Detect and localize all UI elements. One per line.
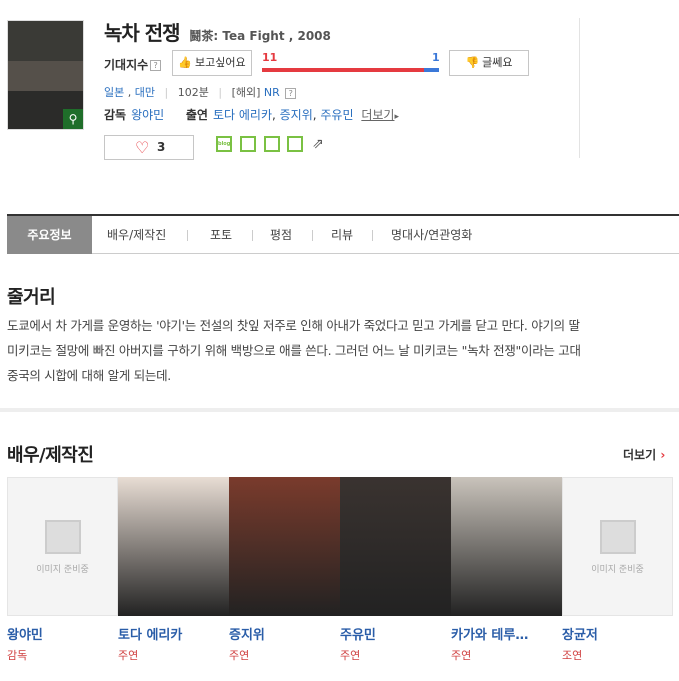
cafe-share-icon[interactable] xyxy=(239,136,256,152)
movie-meta: 일본 , 대만 | 102분 | [해외] NR ? xyxy=(104,84,297,100)
meta-divider: | xyxy=(164,86,169,99)
person-name[interactable]: 증지위 xyxy=(229,624,340,643)
movie-poster[interactable]: ⚲ xyxy=(7,20,84,130)
synopsis-text: 도쿄에서 차 가게를 운영하는 '야기'는 전설의 찻잎 저주로 인해 아내가 … xyxy=(7,313,675,388)
person-role: 주연 xyxy=(118,649,139,662)
tab-quotes-related[interactable]: 명대사/연관영화 xyxy=(391,216,472,254)
share-icon[interactable]: ⇗ xyxy=(312,136,324,152)
tab-rating[interactable]: 평점 xyxy=(270,216,292,254)
expectation-bar xyxy=(262,68,439,72)
thumbs-down-icon: 👎 xyxy=(465,56,480,69)
chevron-right-icon: ▸ xyxy=(394,112,399,122)
want-count: 11 xyxy=(262,51,278,64)
person-photo[interactable] xyxy=(229,477,340,616)
not-sure-button[interactable]: 👎 글쎄요 xyxy=(449,50,529,76)
crew-title: 배우/제작진 xyxy=(7,445,94,466)
crew-more-label: 더보기 xyxy=(623,448,657,462)
like-count: 3 xyxy=(157,140,166,154)
synopsis-line: 도쿄에서 차 가게를 운영하는 '야기'는 전설의 찻잎 저주로 인해 아내가 … xyxy=(7,318,580,333)
person-name[interactable]: 장균저 xyxy=(562,624,673,643)
header-divider xyxy=(579,18,580,158)
person-name[interactable]: 왕야민 xyxy=(7,624,118,643)
synopsis-line: 미키코는 절망에 빠진 아버지를 구하기 위해 백방으로 애를 쓴다. 그러던 … xyxy=(7,343,581,358)
tab-divider xyxy=(312,230,313,241)
cast-card[interactable]: 이미지 준비중장균저조연 xyxy=(562,477,673,663)
want-to-see-button[interactable]: 👍 보고싶어요 xyxy=(172,50,252,76)
thumbs-up-icon: 👍 xyxy=(178,56,193,69)
expectation-label-text: 기대지수 xyxy=(104,58,149,72)
person-role: 주연 xyxy=(340,649,361,662)
credits: 감독 왕야민 출연 토다 에리카, 증지위, 주유민 더보기▸ xyxy=(104,106,399,123)
person-photo[interactable] xyxy=(451,477,562,616)
like-button[interactable]: ♡ 3 xyxy=(104,135,194,160)
tab-cast-crew[interactable]: 배우/제작진 xyxy=(107,216,166,254)
tab-photo[interactable]: 포토 xyxy=(210,216,232,254)
person-name[interactable]: 주유민 xyxy=(340,624,451,643)
memo-share-icon[interactable] xyxy=(287,136,304,152)
tab-bar: 주요정보 배우/제작진 포토 평점 리뷰 명대사/연관영화 xyxy=(7,214,679,254)
person-name[interactable]: 토다 에리카 xyxy=(118,624,229,643)
person-photo[interactable] xyxy=(340,477,451,616)
country-link-taiwan[interactable]: 대만 xyxy=(135,86,155,99)
blog-share-icon[interactable]: blog xyxy=(216,136,232,152)
tab-divider xyxy=(187,230,188,241)
image-placeholder-icon xyxy=(45,520,81,554)
runtime: 102분 xyxy=(177,86,209,99)
section-divider xyxy=(0,408,679,412)
cast-card[interactable]: 이미지 준비중왕야민감독 xyxy=(7,477,118,663)
title-row: 녹차 전쟁 鬪茶: Tea Fight , 2008 xyxy=(104,17,331,46)
movie-original-title: 鬪茶: Tea Fight , 2008 xyxy=(189,29,331,43)
synopsis-title: 줄거리 xyxy=(7,287,56,308)
tab-main-info[interactable]: 주요정보 xyxy=(7,216,92,254)
person-role: 주연 xyxy=(451,649,472,662)
cast-card[interactable]: 토다 에리카주연 xyxy=(118,477,229,663)
bookmark-share-icon[interactable] xyxy=(263,136,280,152)
movie-title: 녹차 전쟁 xyxy=(104,21,181,45)
tab-divider xyxy=(372,230,373,241)
person-name[interactable]: 카가와 테루… xyxy=(451,624,562,643)
comma-sep: , xyxy=(271,108,280,122)
photo-placeholder[interactable]: 이미지 준비중 xyxy=(562,477,673,616)
crew-more-link[interactable]: 더보기 › xyxy=(623,446,665,463)
person-role: 감독 xyxy=(7,649,28,662)
meta-divider: | xyxy=(218,86,223,99)
heart-icon: ♡ xyxy=(135,138,150,157)
placeholder-text: 이미지 준비중 xyxy=(36,565,89,575)
rating-value[interactable]: NR xyxy=(264,86,280,99)
zoom-icon[interactable]: ⚲ xyxy=(63,109,83,129)
director-label: 감독 xyxy=(104,108,127,122)
help-icon[interactable]: ? xyxy=(150,60,162,71)
comma-sep: , xyxy=(127,86,135,99)
cast-link-2[interactable]: 주유민 xyxy=(320,108,353,122)
placeholder-text: 이미지 준비중 xyxy=(591,565,644,575)
rating-help-icon[interactable]: ? xyxy=(285,87,297,99)
person-role: 주연 xyxy=(229,649,250,662)
expectation-bar-fill xyxy=(262,68,425,72)
want-to-see-label: 보고싶어요 xyxy=(195,56,246,69)
cast-link-0[interactable]: 토다 에리카 xyxy=(213,108,272,122)
photo-placeholder[interactable]: 이미지 준비중 xyxy=(7,477,118,616)
cast-label: 출연 xyxy=(185,108,208,122)
image-placeholder-icon xyxy=(600,520,636,554)
person-role: 조연 xyxy=(562,649,583,662)
tab-divider xyxy=(252,230,253,241)
no-count: 1 xyxy=(432,51,440,64)
country-link-japan[interactable]: 일본 xyxy=(104,86,124,99)
tab-review[interactable]: 리뷰 xyxy=(331,216,353,254)
person-photo[interactable] xyxy=(118,477,229,616)
director-link[interactable]: 왕야민 xyxy=(131,108,164,122)
movie-header: ⚲ 녹차 전쟁 鬪茶: Tea Fight , 2008 기대지수? 👍 보고싶어… xyxy=(0,0,679,214)
share-icons: blog xyxy=(216,136,307,152)
expectation-label: 기대지수? xyxy=(104,56,162,73)
chevron-right-icon: › xyxy=(660,448,666,462)
cast-card[interactable]: 증지위주연 xyxy=(229,477,340,663)
cast-more-link[interactable]: 더보기 xyxy=(361,108,394,122)
rating-region: [해외] xyxy=(231,86,261,99)
not-sure-label: 글쎄요 xyxy=(482,56,513,69)
synopsis-line: 중국의 시합에 대해 알게 되는데. xyxy=(7,368,171,383)
cast-card[interactable]: 주유민주연 xyxy=(340,477,451,663)
cast-link-1[interactable]: 증지위 xyxy=(280,108,313,122)
cast-card[interactable]: 카가와 테루… 주연 xyxy=(451,477,562,663)
